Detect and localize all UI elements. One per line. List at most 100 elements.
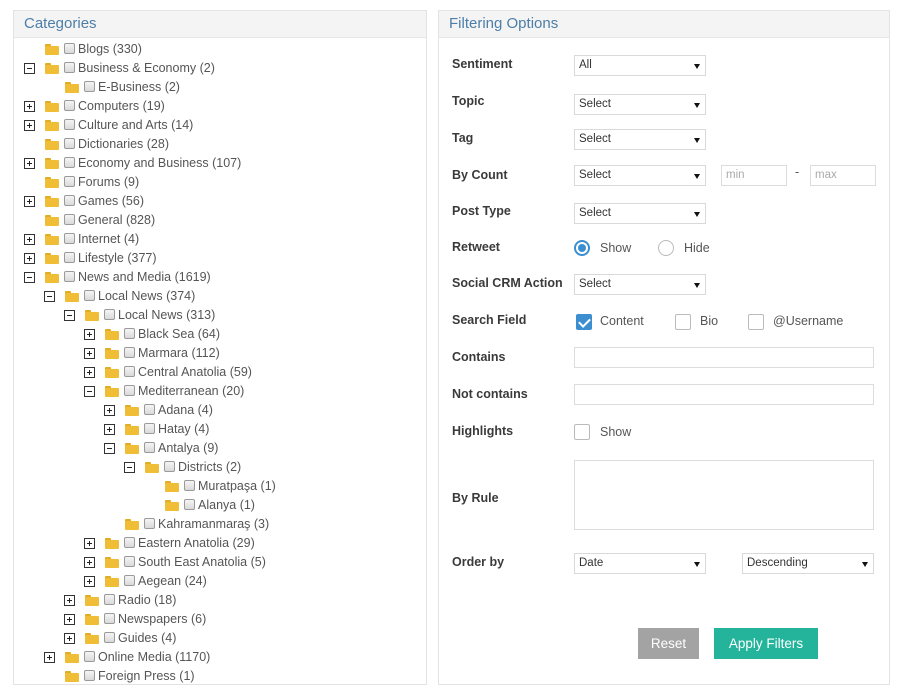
by-rule-textarea[interactable] (574, 460, 874, 530)
expand-icon[interactable] (84, 329, 95, 340)
expand-icon[interactable] (64, 633, 75, 644)
category-checkbox[interactable] (64, 271, 75, 282)
contains-input[interactable] (574, 347, 874, 368)
category-checkbox[interactable] (124, 328, 135, 339)
category-label[interactable]: Culture and Arts (14) (78, 118, 193, 132)
category-checkbox[interactable] (124, 366, 135, 377)
category-checkbox[interactable] (84, 81, 95, 92)
category-checkbox[interactable] (64, 214, 75, 225)
collapse-icon[interactable] (124, 462, 135, 473)
category-label[interactable]: Business & Economy (2) (78, 61, 215, 75)
collapse-icon[interactable] (104, 443, 115, 454)
search-content-checkbox[interactable] (576, 314, 592, 330)
expand-icon[interactable] (84, 538, 95, 549)
category-checkbox[interactable] (144, 518, 155, 529)
order-direction-select[interactable]: Descending (742, 553, 874, 574)
category-label[interactable]: Games (56) (78, 194, 144, 208)
category-label[interactable]: Forums (9) (78, 175, 139, 189)
category-label[interactable]: Muratpaşa (1) (198, 479, 276, 493)
category-checkbox[interactable] (104, 309, 115, 320)
category-label[interactable]: Local News (313) (118, 308, 215, 322)
category-checkbox[interactable] (124, 347, 135, 358)
expand-icon[interactable] (24, 158, 35, 169)
expand-icon[interactable] (104, 405, 115, 416)
category-checkbox[interactable] (164, 461, 175, 472)
category-label[interactable]: Mediterranean (20) (138, 384, 244, 398)
category-label[interactable]: Aegean (24) (138, 574, 207, 588)
apply-filters-button[interactable]: Apply Filters (714, 628, 818, 659)
collapse-icon[interactable] (44, 291, 55, 302)
category-label[interactable]: Radio (18) (118, 593, 176, 607)
by-count-select[interactable]: Select (574, 165, 706, 186)
category-checkbox[interactable] (104, 594, 115, 605)
category-checkbox[interactable] (64, 157, 75, 168)
expand-icon[interactable] (104, 424, 115, 435)
search-bio-checkbox[interactable] (675, 314, 691, 330)
collapse-icon[interactable] (24, 63, 35, 74)
category-label[interactable]: Eastern Anatolia (29) (138, 536, 255, 550)
highlights-show-checkbox[interactable] (574, 424, 590, 440)
expand-icon[interactable] (44, 652, 55, 663)
category-checkbox[interactable] (64, 252, 75, 263)
category-label[interactable]: Lifestyle (377) (78, 251, 157, 265)
category-label[interactable]: Newspapers (6) (118, 612, 206, 626)
category-checkbox[interactable] (144, 404, 155, 415)
category-checkbox[interactable] (64, 138, 75, 149)
not-contains-input[interactable] (574, 384, 874, 405)
expand-icon[interactable] (24, 101, 35, 112)
topic-select[interactable]: Select (574, 94, 706, 115)
category-label[interactable]: Central Anatolia (59) (138, 365, 252, 379)
count-max-input[interactable]: max (810, 165, 876, 186)
retweet-hide-radio[interactable] (658, 240, 674, 256)
category-label[interactable]: Hatay (4) (158, 422, 209, 436)
category-label[interactable]: Alanya (1) (198, 498, 255, 512)
search-username-checkbox[interactable] (748, 314, 764, 330)
category-label[interactable]: Dictionaries (28) (78, 137, 169, 151)
category-label[interactable]: Districts (2) (178, 460, 241, 474)
order-by-field-select[interactable]: Date (574, 553, 706, 574)
retweet-show-radio[interactable] (574, 240, 590, 256)
expand-icon[interactable] (84, 367, 95, 378)
category-label[interactable]: Online Media (1170) (98, 650, 210, 664)
category-checkbox[interactable] (84, 290, 95, 301)
category-label[interactable]: General (828) (78, 213, 155, 227)
category-label[interactable]: Antalya (9) (158, 441, 218, 455)
category-checkbox[interactable] (64, 176, 75, 187)
category-checkbox[interactable] (184, 499, 195, 510)
category-checkbox[interactable] (64, 62, 75, 73)
category-checkbox[interactable] (64, 119, 75, 130)
category-checkbox[interactable] (144, 423, 155, 434)
expand-icon[interactable] (84, 576, 95, 587)
category-checkbox[interactable] (124, 575, 135, 586)
count-min-input[interactable]: min (721, 165, 787, 186)
category-checkbox[interactable] (84, 670, 95, 681)
category-checkbox[interactable] (84, 651, 95, 662)
category-label[interactable]: Internet (4) (78, 232, 139, 246)
expand-icon[interactable] (24, 120, 35, 131)
social-crm-select[interactable]: Select (574, 274, 706, 295)
expand-icon[interactable] (84, 557, 95, 568)
category-label[interactable]: Local News (374) (98, 289, 195, 303)
category-label[interactable]: Marmara (112) (138, 346, 220, 360)
expand-icon[interactable] (24, 196, 35, 207)
category-checkbox[interactable] (184, 480, 195, 491)
expand-icon[interactable] (64, 595, 75, 606)
category-label[interactable]: Black Sea (64) (138, 327, 220, 341)
expand-icon[interactable] (84, 348, 95, 359)
expand-icon[interactable] (24, 253, 35, 264)
category-checkbox[interactable] (124, 385, 135, 396)
category-label[interactable]: Guides (4) (118, 631, 176, 645)
collapse-icon[interactable] (24, 272, 35, 283)
reset-button[interactable]: Reset (638, 628, 699, 659)
category-checkbox[interactable] (124, 537, 135, 548)
sentiment-select[interactable]: All (574, 55, 706, 76)
category-checkbox[interactable] (64, 233, 75, 244)
collapse-icon[interactable] (64, 310, 75, 321)
category-label[interactable]: News and Media (1619) (78, 270, 211, 284)
category-label[interactable]: Foreign Press (1) (98, 669, 195, 683)
category-label[interactable]: Computers (19) (78, 99, 165, 113)
category-label[interactable]: South East Anatolia (5) (138, 555, 266, 569)
tag-select[interactable]: Select (574, 129, 706, 150)
category-label[interactable]: Blogs (330) (78, 42, 142, 56)
category-checkbox[interactable] (144, 442, 155, 453)
